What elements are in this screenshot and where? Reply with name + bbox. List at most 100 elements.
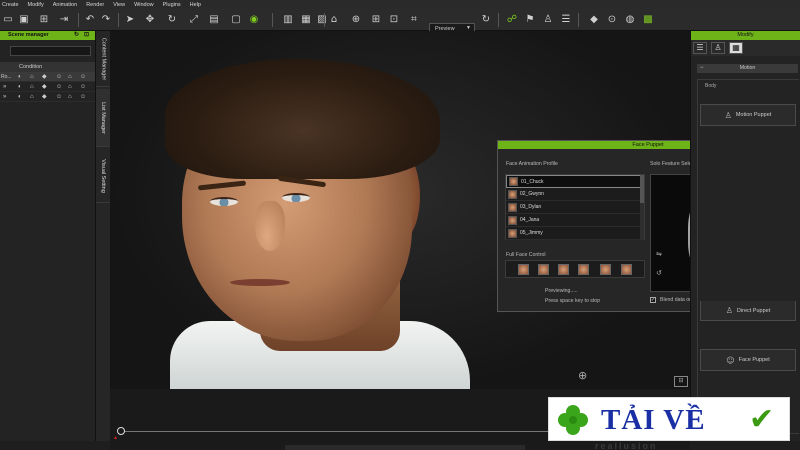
scene-row[interactable]: » ◐ ⌂ ◆ ☺ ⌂ ☺ bbox=[0, 82, 95, 92]
menu-render[interactable]: Render bbox=[86, 2, 104, 8]
visibility-icon[interactable]: ◐ bbox=[18, 72, 22, 82]
flag-icon[interactable]: ⚑ bbox=[524, 14, 536, 26]
save-icon[interactable]: ▣ bbox=[18, 14, 30, 26]
scene-row[interactable]: » ◐ ⌂ ◆ ☺ ⌂ ☺ bbox=[0, 92, 95, 102]
viewport-layout-icon[interactable]: ⊟ bbox=[674, 376, 688, 387]
align-icon[interactable]: ▤ bbox=[208, 14, 220, 26]
toolbar-divider bbox=[578, 13, 579, 27]
timeline-playhead[interactable] bbox=[117, 427, 125, 435]
menu-help[interactable]: Help bbox=[190, 2, 201, 8]
menu-plugins[interactable]: Plugins bbox=[163, 2, 181, 8]
rotate-icon[interactable]: ↻ bbox=[166, 14, 178, 26]
frame-icon[interactable]: ⊞ bbox=[370, 14, 382, 26]
profile-item[interactable]: 04_Jana bbox=[506, 214, 644, 227]
face-icon[interactable]: ☺ bbox=[56, 82, 62, 92]
profile-item[interactable]: 03_Dylan bbox=[506, 201, 644, 214]
lock-icon[interactable]: ⌂ bbox=[68, 72, 72, 82]
visibility-icon[interactable]: ◐ bbox=[18, 82, 22, 92]
tab-list-manager[interactable]: List Manager bbox=[96, 89, 110, 147]
motion-section-header[interactable]: − Motion bbox=[697, 64, 798, 73]
diamond-icon[interactable]: ◆ bbox=[588, 14, 600, 26]
box-select-icon[interactable]: ▢ bbox=[230, 14, 242, 26]
flag-icon[interactable]: ◆ bbox=[42, 92, 47, 102]
select-icon[interactable]: ➤ bbox=[124, 14, 136, 26]
face-puppet-button[interactable]: ☺ Face Puppet bbox=[700, 349, 796, 371]
face-expression-button[interactable] bbox=[518, 264, 529, 275]
zoom-icon[interactable]: ⊕ bbox=[350, 14, 362, 26]
flag-icon[interactable]: ◆ bbox=[42, 72, 47, 82]
face-icon[interactable]: ☺ bbox=[56, 72, 62, 82]
motion-puppet-label: Motion Puppet bbox=[735, 112, 772, 118]
fit-icon[interactable]: ⊡ bbox=[388, 14, 400, 26]
face-expression-button[interactable] bbox=[621, 264, 632, 275]
expand-icon[interactable]: » bbox=[3, 92, 6, 102]
visibility-icon[interactable]: ◐ bbox=[18, 92, 22, 102]
lock-icon[interactable]: ⌂ bbox=[68, 92, 72, 102]
redo-icon[interactable]: ↷ bbox=[100, 14, 112, 26]
motion-puppet-button[interactable]: ♙ Motion Puppet bbox=[700, 104, 796, 126]
timeline-track[interactable] bbox=[122, 431, 562, 432]
magnify-icon[interactable]: ⊙ bbox=[606, 14, 618, 26]
puppet-icon[interactable]: ♙ bbox=[542, 14, 554, 26]
mirror-icon[interactable]: ⇋ bbox=[656, 250, 662, 258]
import-icon[interactable]: ⊞ bbox=[38, 14, 50, 26]
refresh-icon[interactable]: ↻ bbox=[74, 31, 79, 40]
tab-label: List Manager bbox=[100, 101, 107, 134]
checker-icon[interactable]: ▦ bbox=[729, 42, 743, 54]
flag-icon[interactable]: ◆ bbox=[42, 82, 47, 92]
puppet-icon[interactable]: ♙ bbox=[711, 42, 725, 54]
blend-data-checkbox[interactable]: ✓ bbox=[650, 297, 656, 303]
face-icon[interactable]: ☺ bbox=[80, 72, 86, 82]
lock-icon[interactable]: ⌂ bbox=[68, 82, 72, 92]
collapse-icon: − bbox=[700, 65, 704, 71]
profile-scrollbar[interactable] bbox=[640, 175, 644, 239]
tab-visual-setting[interactable]: Visual Setting bbox=[96, 149, 110, 203]
stack-icon[interactable]: ▨ bbox=[316, 14, 328, 26]
scene-row[interactable]: Ro... ◐ ⌂ ◆ ☺ ⌂ ☺ bbox=[0, 72, 95, 82]
globe-icon[interactable]: ◍ bbox=[624, 14, 636, 26]
lock-icon[interactable]: ⌂ bbox=[30, 92, 34, 102]
face-expression-button[interactable] bbox=[578, 264, 589, 275]
stop-hint: Press space key to stop bbox=[545, 298, 601, 304]
list-icon[interactable]: ☰ bbox=[560, 14, 572, 26]
menu-modify[interactable]: Modify bbox=[28, 2, 44, 8]
profile-item[interactable]: 02_Gwynn bbox=[506, 188, 644, 201]
settings-icon[interactable]: ⊡ bbox=[84, 31, 89, 40]
undo-icon[interactable]: ↺ bbox=[656, 269, 662, 277]
eye-icon[interactable]: ◉ bbox=[248, 14, 260, 26]
scene-search-input[interactable] bbox=[10, 46, 91, 56]
lock-icon[interactable]: ⌂ bbox=[30, 82, 34, 92]
face-icon[interactable]: ☺ bbox=[80, 92, 86, 102]
lock-icon[interactable]: ⌂ bbox=[30, 72, 34, 82]
profile-item[interactable]: 01_Chuck bbox=[506, 175, 644, 188]
face-expression-button[interactable] bbox=[538, 264, 549, 275]
menu-view[interactable]: View bbox=[113, 2, 125, 8]
menu-window[interactable]: Window bbox=[134, 2, 154, 8]
menu-animation[interactable]: Animation bbox=[53, 2, 77, 8]
export-image-icon[interactable]: ▩ bbox=[642, 14, 654, 26]
face-icon[interactable]: ☺ bbox=[56, 92, 62, 102]
direct-puppet-button[interactable]: ♙ Direct Puppet bbox=[700, 301, 796, 321]
menu-create[interactable]: Create bbox=[2, 2, 19, 8]
expand-icon[interactable]: » bbox=[3, 82, 6, 92]
profile-item[interactable]: 05_Jimmy bbox=[506, 227, 644, 240]
folder-icon[interactable]: ▭ bbox=[2, 14, 14, 26]
scale-icon[interactable]: ⤢ bbox=[188, 14, 200, 26]
home-icon[interactable]: ⌂ bbox=[328, 14, 340, 26]
modify-tab-bar: ☰ ♙ ▦ bbox=[691, 40, 800, 56]
navigation-gizmo-icon[interactable]: ⊕ bbox=[578, 369, 587, 382]
face-expression-button[interactable] bbox=[558, 264, 569, 275]
refresh-icon[interactable]: ↻ bbox=[480, 14, 492, 26]
camera-icon[interactable]: ⌗ bbox=[408, 14, 420, 26]
layers-icon[interactable]: ▦ bbox=[300, 14, 312, 26]
undo-icon[interactable]: ↶ bbox=[84, 14, 96, 26]
playback-controls[interactable] bbox=[285, 445, 525, 450]
move-icon[interactable]: ✥ bbox=[144, 14, 156, 26]
tab-content-manager[interactable]: Content Manager bbox=[96, 31, 110, 87]
face-icon[interactable]: ☺ bbox=[80, 82, 86, 92]
face-expression-button[interactable] bbox=[600, 264, 611, 275]
character-icon[interactable]: ☍ bbox=[506, 14, 518, 26]
export-icon[interactable]: ⇥ bbox=[58, 14, 70, 26]
cube-icon[interactable]: ▥ bbox=[282, 14, 294, 26]
sliders-icon[interactable]: ☰ bbox=[693, 42, 707, 54]
